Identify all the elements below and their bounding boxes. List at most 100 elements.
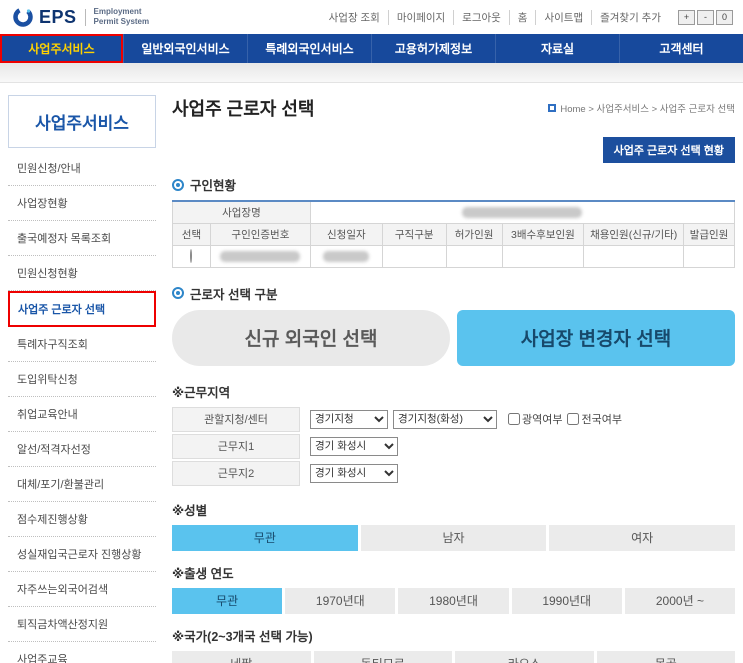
workplace2-select[interactable]: 경기 화성시 <box>310 463 398 483</box>
country-section-title: ※국가(2~3개국 선택 가능) <box>172 629 313 644</box>
nav-item-resources[interactable]: 자료실 <box>495 34 619 63</box>
eps-logo: EPS Employment Permit System <box>12 6 149 28</box>
column-select: 선택 <box>172 222 211 246</box>
birth-year-option-1990s[interactable]: 1990년대 <box>511 587 622 614</box>
gender-option-male[interactable]: 남자 <box>360 524 547 551</box>
utility-nav: 사업장 조회 마이페이지 로그아웃 홈 사이트맵 즐겨찾기 추가 + - 0 <box>321 9 733 25</box>
sidebar-item-point-system-progress[interactable]: 점수제진행상황 <box>8 502 156 537</box>
sidebar-item-employer-worker-select[interactable]: 사업주 근로자 선택 <box>8 291 156 327</box>
workplace1-select[interactable]: 경기 화성시 <box>310 436 398 456</box>
region-section-title: ※근무지역 <box>172 385 231 400</box>
column-jobseek-type: 구직구분 <box>381 222 447 246</box>
birth-year-option-any[interactable]: 무관 <box>172 587 283 614</box>
workplace-changer-select-button[interactable]: 사업장 변경자 선택 <box>457 309 735 366</box>
font-size-controls: + - 0 <box>678 9 733 25</box>
sidebar-item-replace-giveup-refund[interactable]: 대체/포기/환불관리 <box>8 467 156 502</box>
sidebar-item-departure-list[interactable]: 출국예정자 목록조회 <box>8 221 156 256</box>
column-hired-count: 채용인원(신규/기타) <box>583 222 685 246</box>
font-increase-button[interactable]: + <box>678 9 695 25</box>
sidebar-item-civil-application-guide[interactable]: 민원신청/안내 <box>8 151 156 186</box>
birth-year-option-1980s[interactable]: 1980년대 <box>398 587 509 614</box>
utility-link-mypage[interactable]: 마이페이지 <box>387 9 453 25</box>
column-issued-count: 발급인원 <box>683 222 735 246</box>
sidebar-title: 사업주서비스 <box>8 95 156 148</box>
wide-area-checkbox[interactable] <box>508 413 520 425</box>
logo-subtitle: Employment Permit System <box>93 7 150 26</box>
worker-select-section-title: 근로자 선택 구분 <box>172 284 735 303</box>
country-option-mongolia[interactable]: 몽골 <box>596 650 735 663</box>
logo-text: EPS <box>39 6 77 27</box>
sidebar-item-workplace-status[interactable]: 사업장현황 <box>8 186 156 221</box>
utility-link-logout[interactable]: 로그아웃 <box>453 9 509 25</box>
section-bullet-icon <box>172 287 184 299</box>
country-option-laos[interactable]: 라오스 <box>455 650 594 663</box>
utility-link-home[interactable]: 홈 <box>508 9 536 25</box>
workplace-name-header: 사업장명 <box>172 200 311 224</box>
sidebar-item-civil-application-status[interactable]: 민원신청현황 <box>8 256 156 291</box>
nationwide-checkbox-label: 전국여부 <box>567 411 622 427</box>
workplace-name-value <box>309 200 736 224</box>
sidebar-item-special-jobseeker-search[interactable]: 특례자구직조회 <box>8 327 156 362</box>
job-status-header-row: 선택 구인인증번호 신청일자 구직구분 허가인원 3배수후보인원 채용인원(신규… <box>172 222 735 246</box>
nav-item-employment-permit-info[interactable]: 고용허가제정보 <box>371 34 495 63</box>
home-icon <box>548 104 557 112</box>
content-wrap: 사업주서비스 민원신청/안내 사업장현황 출국예정자 목록조회 민원신청현황 사… <box>0 83 743 663</box>
sidebar-item-severance-pay-support[interactable]: 퇴직금차액산정지원 <box>8 607 156 642</box>
utility-link-bookmark[interactable]: 즐겨찾기 추가 <box>591 9 669 25</box>
redacted-value <box>323 250 370 262</box>
birth-year-section-title: ※출생 연도 <box>172 566 234 581</box>
main-nav: 사업주서비스 일반외국인서비스 특례외국인서비스 고용허가제정보 자료실 고객센… <box>0 34 743 63</box>
sidebar-item-import-consignment[interactable]: 도입위탁신청 <box>8 362 156 397</box>
page-head: 사업주 근로자 선택 Home > 사업주서비스 > 사업주 근로자 선택 <box>172 95 735 121</box>
jurisdiction-center-select[interactable]: 경기지청(화성) <box>393 409 497 429</box>
sub-banner-band <box>0 63 743 83</box>
column-job-cert-number: 구인인증번호 <box>209 222 311 246</box>
job-row-select-radio[interactable] <box>190 249 193 263</box>
utility-link-sitemap[interactable]: 사이트맵 <box>535 9 591 25</box>
font-reset-button[interactable]: 0 <box>716 9 733 25</box>
region-label: 근무지1 <box>172 433 300 459</box>
nav-item-employer-service[interactable]: 사업주서비스 <box>0 34 123 63</box>
region-row-workplace2: 근무지2 경기 화성시 <box>172 460 735 486</box>
birth-year-options: 무관 1970년대 1980년대 1990년대 2000년 ~ <box>172 587 736 614</box>
region-label: 근무지2 <box>172 460 300 486</box>
redacted-value <box>462 206 583 218</box>
eps-logo-icon <box>12 6 34 28</box>
gender-option-female[interactable]: 여자 <box>549 524 736 551</box>
redacted-value <box>220 250 301 262</box>
font-decrease-button[interactable]: - <box>697 9 714 25</box>
region-row-workplace1: 근무지1 경기 화성시 <box>172 433 735 459</box>
column-permitted-count: 허가인원 <box>445 222 503 246</box>
gender-option-any[interactable]: 무관 <box>172 524 358 551</box>
job-status-table: 사업장명 선택 구인인증번호 신청일자 구직구분 허가인원 3배수후보인원 채용… <box>172 200 736 268</box>
country-option-east-timor[interactable]: 동티모르 <box>313 650 452 663</box>
utility-link-workplace-search[interactable]: 사업장 조회 <box>321 10 388 25</box>
breadcrumb-text: Home > 사업주서비스 > 사업주 근로자 선택 <box>560 104 735 115</box>
status-button-row: 사업주 근로자 선택 현황 <box>172 137 735 163</box>
logo-divider <box>84 8 86 26</box>
nav-item-special-foreigner-service[interactable]: 특례외국인서비스 <box>247 34 371 63</box>
jurisdiction-office-select[interactable]: 경기지청 <box>310 409 388 429</box>
breadcrumb: Home > 사업주서비스 > 사업주 근로자 선택 <box>548 101 735 115</box>
birth-year-option-2000s[interactable]: 2000년 ~ <box>624 587 736 614</box>
country-options: 네팔 동티모르 라오스 몽골 미얀마 방글라데시 베트남 스리랑카 <box>172 650 735 663</box>
column-triple-candidate-count: 3배수후보인원 <box>501 222 585 246</box>
sidebar-item-employment-training-guide[interactable]: 취업교육안내 <box>8 397 156 432</box>
worker-select-buttons: 신규 외국인 선택 사업장 변경자 선택 <box>172 309 735 366</box>
sidebar-item-employer-education[interactable]: 사업주교육 <box>8 642 156 663</box>
top-header: EPS Employment Permit System 사업장 조회 마이페이… <box>0 0 743 34</box>
birth-year-option-1970s[interactable]: 1970년대 <box>285 587 396 614</box>
worker-select-status-button[interactable]: 사업주 근로자 선택 현황 <box>602 137 735 163</box>
sidebar-item-faithful-reentry-progress[interactable]: 성실재입국근로자 진행상황 <box>8 537 156 572</box>
new-foreigner-select-button[interactable]: 신규 외국인 선택 <box>172 309 450 366</box>
sidebar-item-frequent-foreign-language[interactable]: 자주쓰는외국어검색 <box>8 572 156 607</box>
nationwide-checkbox[interactable] <box>567 413 580 425</box>
job-status-section-title: 구인현황 <box>172 175 735 194</box>
sidebar-item-placement-qualified-selection[interactable]: 알선/적격자선정 <box>8 432 156 467</box>
nav-item-general-foreigner-service[interactable]: 일반외국인서비스 <box>123 34 247 63</box>
region-table: 관할지청/센터 경기지청 경기지청(화성) 광역여부 전국여부 근무지1 경기 … <box>172 406 735 486</box>
job-status-data-row <box>172 244 735 268</box>
nav-item-customer-center[interactable]: 고객센터 <box>619 34 743 63</box>
country-option-nepal[interactable]: 네팔 <box>172 650 311 663</box>
region-row-jurisdiction: 관할지청/센터 경기지청 경기지청(화성) 광역여부 전국여부 <box>172 406 735 432</box>
